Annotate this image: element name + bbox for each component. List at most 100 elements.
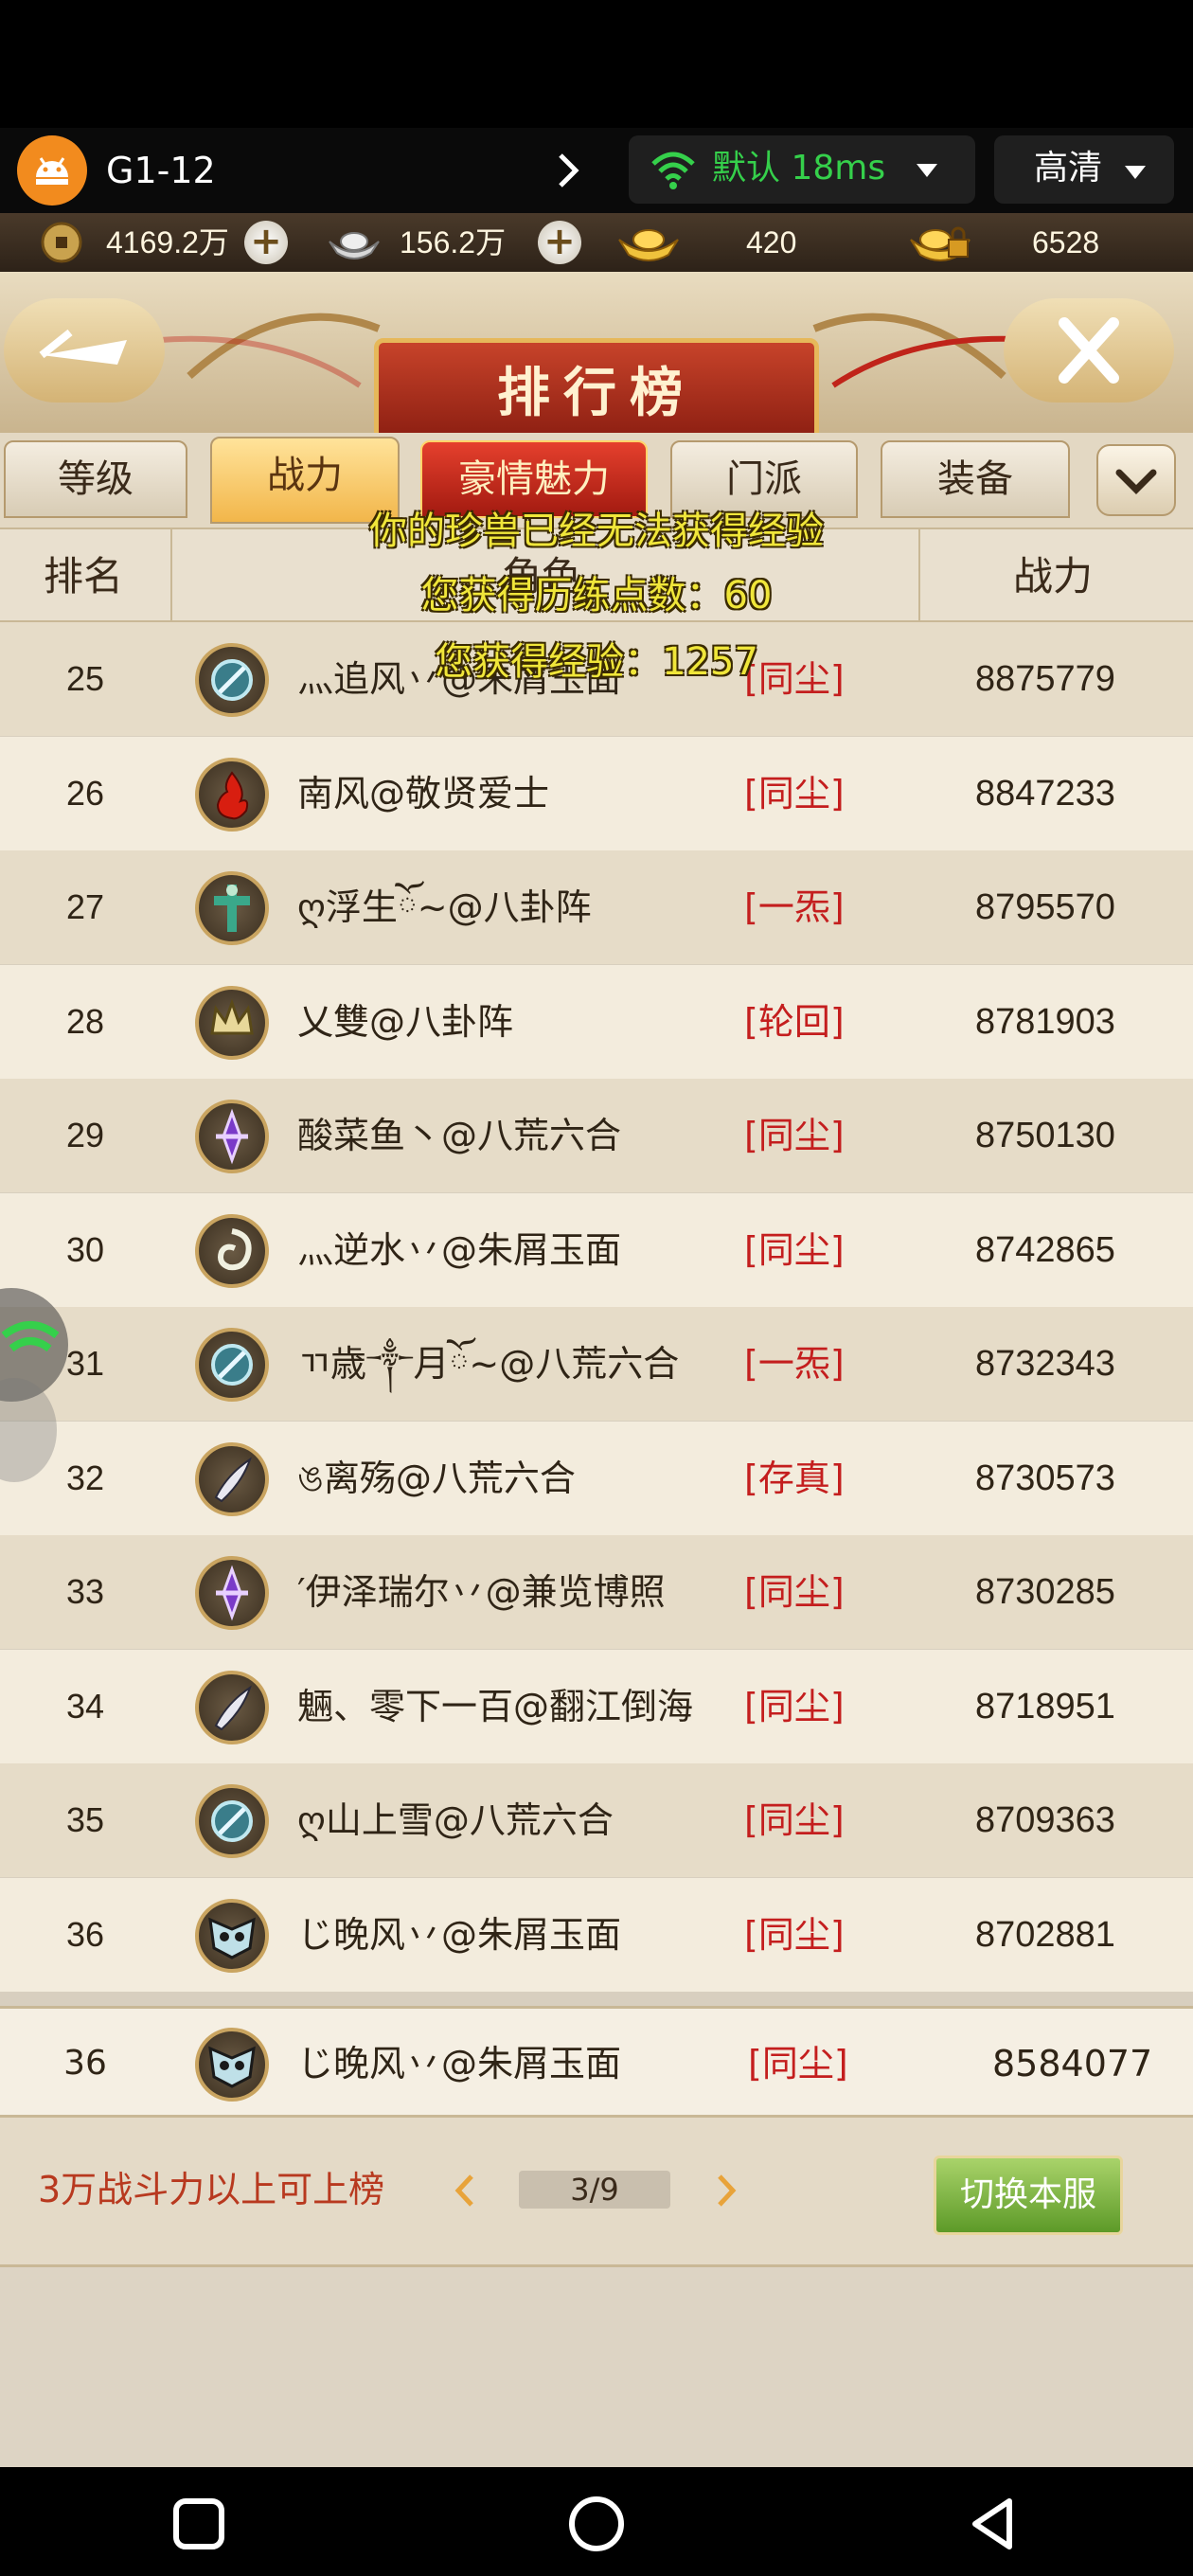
game-screen: 4169.2万 + 156.2万 + 420 6528 排行榜 等级 战力 豪情… [0, 213, 1193, 2467]
mask-icon [195, 1898, 269, 1973]
row-power: 8750130 [975, 1116, 1115, 1155]
row-power: 8709363 [975, 1800, 1115, 1840]
title-plate: 排行榜 [374, 338, 819, 442]
add-copper-button[interactable]: + [244, 221, 288, 264]
my-rank: 36 [63, 2044, 107, 2083]
threshold-hint: 3万战斗力以上可上榜 [38, 2169, 385, 2210]
page-indicator: 3/9 [519, 2171, 670, 2209]
mask-icon [195, 2028, 269, 2102]
status-bar [0, 0, 1193, 128]
row-player-name: ঙ离殇@八荒六合 [297, 1457, 576, 1499]
bound-gold-value: 6528 [1032, 225, 1100, 259]
my-name: じ晚风丷@朱屑玉面 [297, 2043, 622, 2084]
row-sect: [同尘] [744, 772, 845, 814]
row-power: 8795570 [975, 887, 1115, 927]
my-sect: [同尘] [748, 2043, 848, 2084]
ranking-row[interactable]: 33 ′伊泽瑞尔丷@兼览博照 [同尘] 8730285 [0, 1535, 1193, 1649]
row-player-name: ღ浮生ོ~@八卦阵 [297, 886, 592, 928]
row-player-name: 乂雙@八卦阵 [297, 1000, 514, 1043]
row-power: 8732343 [975, 1344, 1115, 1384]
row-sect: [一炁] [744, 886, 845, 928]
row-rank: 34 [65, 1686, 105, 1726]
swirl-icon [195, 1213, 269, 1288]
row-rank: 26 [65, 773, 105, 813]
dropdown-arrow-icon [1125, 166, 1146, 179]
notice-training-points: 您获得历练点数：60 [420, 574, 773, 617]
row-player-name: ㄲ歳༒月ོ~@八荒六合 [297, 1343, 680, 1385]
crown-icon [195, 985, 269, 1060]
empty-panel-area [0, 2264, 1193, 2467]
chevron-right-icon[interactable] [549, 142, 587, 199]
row-rank: 35 [65, 1800, 105, 1839]
switch-server-button[interactable]: 切换本服 [934, 2156, 1123, 2235]
back-button[interactable] [4, 298, 165, 402]
network-selector[interactable]: 默认 18ms [629, 135, 975, 204]
ranking-row[interactable]: 26 南风@敬贤爱士 [同尘] 8847233 [0, 736, 1193, 850]
ranking-row[interactable]: 34 魎、零下一百@翻江倒海 [同尘] 8718951 [0, 1649, 1193, 1763]
ranking-row[interactable]: 28 乂雙@八卦阵 [轮回] 8781903 [0, 964, 1193, 1079]
page-title: 排行榜 [497, 362, 696, 424]
prev-page-button[interactable] [451, 2169, 479, 2212]
copper-value: 4169.2万 [106, 225, 229, 259]
mirror-icon [195, 1328, 269, 1402]
device-name: G1-12 [106, 150, 216, 191]
blade-icon [195, 1441, 269, 1516]
row-player-name: 灬逆水丷@朱屑玉面 [297, 1228, 622, 1271]
row-player-name: 魎、零下一百@翻江倒海 [297, 1685, 694, 1727]
row-player-name: ღ山上雪@八荒六合 [297, 1799, 614, 1841]
row-player-name: ′伊泽瑞尔丷@兼览博照 [297, 1571, 666, 1613]
bound-gold-icon [907, 219, 970, 266]
row-sect: [轮回] [744, 1000, 845, 1043]
blade-icon [195, 1670, 269, 1744]
silver-value: 156.2万 [400, 225, 507, 259]
row-sect: [同尘] [744, 1115, 845, 1156]
row-sect: [同尘] [744, 1571, 845, 1613]
back-nav-button[interactable] [964, 2494, 1024, 2554]
ranking-footer: 3万战斗力以上可上榜 3/9 切换本服 [0, 2118, 1193, 2264]
my-power: 8584077 [992, 2043, 1153, 2084]
row-power: 8730573 [975, 1458, 1115, 1498]
ranking-row[interactable]: 30 灬逆水丷@朱屑玉面 [同尘] 8742865 [0, 1192, 1193, 1307]
mirror-icon [195, 1784, 269, 1858]
copper-coin-icon [38, 219, 85, 266]
notice-exp-gain: 您获得经验：1257 [435, 640, 758, 684]
notice-pet-exp: 你的珍兽已经无法获得经验 [369, 510, 824, 553]
quality-selector[interactable]: 高清 [994, 135, 1174, 204]
row-rank: 32 [65, 1458, 105, 1497]
dropdown-arrow-icon [917, 164, 937, 177]
row-rank: 28 [65, 1001, 105, 1041]
row-player-name: 南风@敬贤爱士 [297, 772, 550, 814]
ranking-row[interactable]: 27 ღ浮生ོ~@八卦阵 [一炁] 8795570 [0, 850, 1193, 964]
row-power: 8702881 [975, 1914, 1115, 1955]
ranking-row[interactable]: 29 酸菜鱼丶@八荒六合 [同尘] 8750130 [0, 1079, 1193, 1192]
android-app-icon[interactable] [17, 135, 87, 206]
row-rank: 30 [65, 1229, 105, 1269]
row-sect: [一炁] [744, 1343, 845, 1385]
silver-ingot-icon [326, 219, 380, 266]
row-rank: 36 [65, 1914, 105, 1954]
close-button[interactable] [1004, 298, 1174, 402]
add-silver-button[interactable]: + [538, 221, 581, 264]
home-button[interactable] [566, 2494, 627, 2554]
row-player-name: 酸菜鱼丶@八荒六合 [297, 1115, 622, 1156]
row-sect: [同尘] [744, 1228, 845, 1271]
recent-apps-button[interactable] [169, 2494, 229, 2554]
my-rank-row: 36 じ晚风丷@朱屑玉面 [同尘] 8584077 [0, 2006, 1193, 2118]
row-player-name: じ晚风丷@朱屑玉面 [297, 1913, 622, 1956]
flame-icon [195, 757, 269, 832]
network-label: 默认 18ms [712, 149, 886, 188]
row-sect: [存真] [744, 1457, 845, 1499]
ranking-row[interactable]: 36 じ晚风丷@朱屑玉面 [同尘] 8702881 [0, 1877, 1193, 1992]
totem-icon [195, 871, 269, 945]
gold-value: 420 [746, 225, 797, 259]
row-power: 8718951 [975, 1686, 1115, 1726]
system-nav-bar [0, 2467, 1193, 2576]
row-sect: [同尘] [744, 1913, 845, 1956]
row-rank: 33 [65, 1572, 105, 1611]
next-page-button[interactable] [712, 2169, 740, 2212]
ranking-row[interactable]: 35 ღ山上雪@八荒六合 [同尘] 8709363 [0, 1763, 1193, 1877]
ranking-row[interactable]: 32 ঙ离殇@八荒六合 [存真] 8730573 [0, 1421, 1193, 1535]
wifi-icon [650, 149, 697, 190]
ranking-row[interactable]: 31 ㄲ歳༒月ོ~@八荒六合 [一炁] 8732343 [0, 1307, 1193, 1421]
row-power: 8730285 [975, 1572, 1115, 1612]
